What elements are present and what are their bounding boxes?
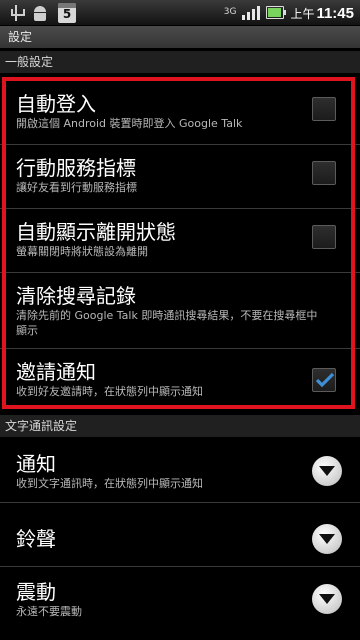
check-mark-icon xyxy=(315,372,335,388)
setting-title: 邀請通知 xyxy=(16,360,96,384)
general-setting-row[interactable]: 自動顯示離開狀態 螢幕關閉時將狀態設為離開 xyxy=(14,210,354,272)
status-clock: 上午 11:45 xyxy=(290,4,354,22)
setting-subtitle: 收到文字通訊時，在狀態列中顯示通知 xyxy=(16,477,203,490)
setting-title: 自動顯示離開狀態 xyxy=(16,220,176,244)
setting-title: 清除搜尋記錄 xyxy=(16,284,136,308)
dropdown-arrow-icon[interactable] xyxy=(312,456,342,486)
android-debug-icon xyxy=(32,5,48,21)
checkbox[interactable] xyxy=(312,97,336,121)
general-setting-row[interactable]: 邀請通知 收到好友邀請時，在狀態列中顯示通知 xyxy=(14,350,354,408)
setting-title: 震動 xyxy=(16,580,56,604)
clock-time: 11:45 xyxy=(316,4,354,22)
general-setting-row[interactable]: 清除搜尋記錄 清除先前的 Google Talk 即時通訊搜尋結果，不要在搜尋框中… xyxy=(14,274,354,348)
text-setting-row[interactable]: 震動 永遠不要震動 xyxy=(14,568,354,640)
checkbox[interactable] xyxy=(312,225,336,249)
setting-subtitle: 螢幕關閉時將狀態設為離開 xyxy=(16,245,148,258)
calendar-icon: 5 xyxy=(58,3,76,23)
text-setting-row[interactable]: 通知 收到文字通訊時，在狀態列中顯示通知 xyxy=(14,440,354,502)
battery-icon xyxy=(266,6,287,19)
network-type-label: 3G xyxy=(223,7,237,17)
usb-icon xyxy=(10,5,25,21)
signal-icon xyxy=(242,5,261,20)
dropdown-arrow-icon[interactable] xyxy=(312,584,342,614)
divider xyxy=(0,348,360,349)
general-setting-row[interactable]: 行動服務指標 讓好友看到行動服務指標 xyxy=(14,146,354,208)
text-setting-row[interactable]: 鈴聲 xyxy=(14,508,354,566)
divider xyxy=(0,272,360,273)
divider xyxy=(0,208,360,209)
divider xyxy=(0,566,360,567)
checkbox[interactable] xyxy=(312,161,336,185)
setting-title: 自動登入 xyxy=(16,92,96,116)
setting-title: 鈴聲 xyxy=(16,527,56,551)
section-header-general: 一般設定 xyxy=(0,51,360,73)
divider xyxy=(0,502,360,503)
setting-subtitle: 開啟這個 Android 裝置時即登入 Google Talk xyxy=(16,117,243,130)
setting-subtitle: 清除先前的 Google Talk 即時通訊搜尋結果，不要在搜尋框中顯示 xyxy=(16,309,318,337)
section-header-text: 文字通訊設定 xyxy=(0,415,360,437)
setting-title: 行動服務指標 xyxy=(16,156,136,180)
general-setting-row[interactable]: 自動登入 開啟這個 Android 裝置時即登入 Google Talk xyxy=(14,82,354,144)
status-bar: 5 3G 上午 11:45 xyxy=(0,0,360,26)
setting-subtitle: 收到好友邀請時，在狀態列中顯示通知 xyxy=(16,385,203,398)
divider xyxy=(0,144,360,145)
dropdown-arrow-icon[interactable] xyxy=(312,524,342,554)
checkbox-checked[interactable] xyxy=(312,368,336,392)
page-title: 設定 xyxy=(0,26,360,48)
setting-subtitle: 永遠不要震動 xyxy=(16,605,82,618)
clock-ampm: 上午 xyxy=(290,6,315,21)
setting-subtitle: 讓好友看到行動服務指標 xyxy=(16,181,137,194)
setting-title: 通知 xyxy=(16,452,56,476)
